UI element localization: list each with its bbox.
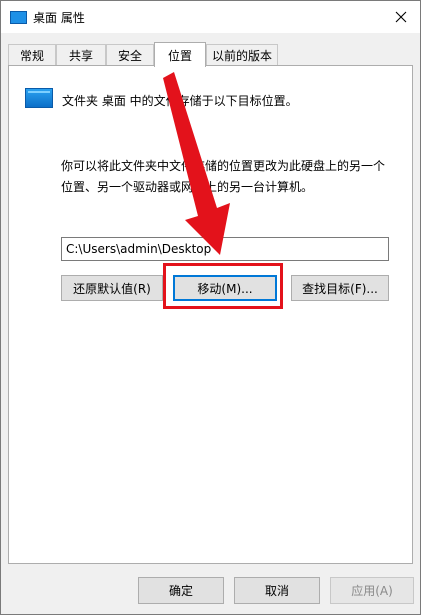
tab-location[interactable]: 位置 [154, 42, 206, 67]
red-arrow-annotation [163, 72, 230, 255]
